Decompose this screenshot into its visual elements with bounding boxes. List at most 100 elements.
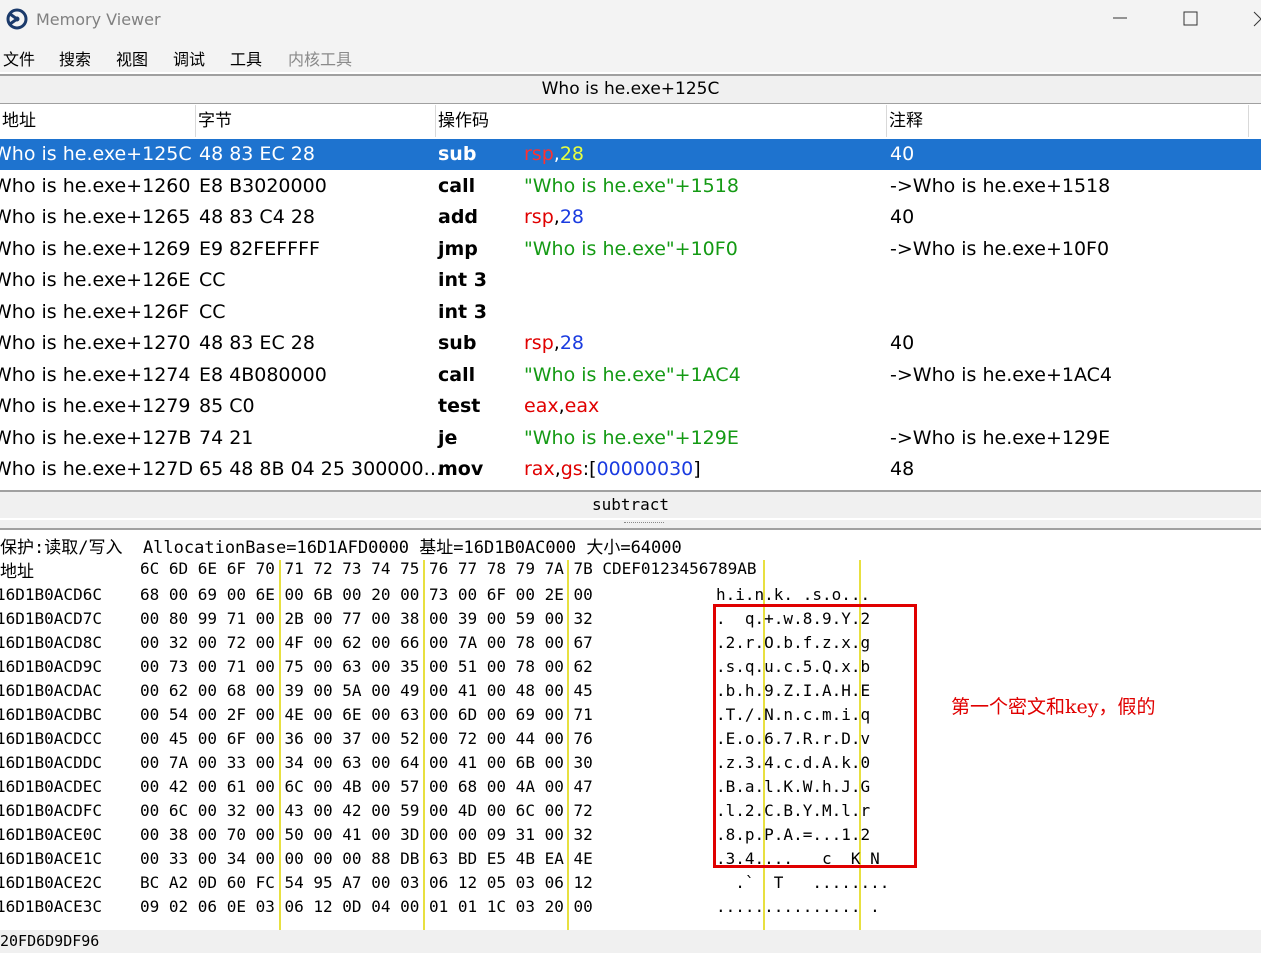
menu-search[interactable]: 搜索 [59, 46, 91, 70]
hex-row-address: 16D1B0ACDFC [0, 801, 102, 820]
disasm-row[interactable]: Who is he.exe+127D 65 48 8B 04 25 300000…… [0, 454, 1261, 485]
memory-region-info: 保护:读取/写入 AllocationBase=16D1AFD0000 基址=1… [0, 538, 682, 558]
menu-bar: 文件 搜索 视图 调试 工具 内核工具 [0, 40, 1261, 72]
disasm-address: Who is he.exe+1274 [0, 363, 191, 386]
hex-row-address: 16D1B0ACE2C [0, 873, 102, 892]
column-header-opcode[interactable]: 操作码 [436, 105, 887, 137]
column-header-bytes[interactable]: 字节 [196, 105, 436, 137]
menu-debug[interactable]: 调试 [173, 46, 205, 70]
disasm-comment: ->Who is he.exe+129E [890, 426, 1111, 449]
disasm-bytes: E9 82FEFFFF [199, 237, 320, 260]
disasm-comment: ->Who is he.exe+1AC4 [890, 363, 1112, 386]
disasm-opcode: mov [438, 458, 484, 480]
disasm-comment: 40 [890, 332, 915, 354]
disasm-opcode: call [438, 174, 476, 197]
hex-row-ascii: .` T ........ [716, 873, 890, 892]
hex-row-address: 16D1B0ACD6C [0, 585, 102, 604]
disasm-address: Who is he.exe+125C [0, 143, 192, 165]
hex-header-address: 地址 [0, 562, 34, 582]
hex-row-address: 16D1B0ACDDC [0, 753, 102, 772]
disasm-bytes: 48 83 EC 28 [199, 332, 315, 354]
hex-row-bytes: BC A2 0D 60 FC 54 95 A7 00 03 06 12 05 0… [140, 873, 593, 892]
disasm-address: Who is he.exe+1260 [0, 174, 191, 197]
disasm-row[interactable]: Who is he.exe+1260 E8 B3020000 call "Who is… [0, 171, 1261, 202]
disasm-comment: ->Who is he.exe+10F0 [890, 237, 1110, 260]
disasm-row[interactable]: Who is he.exe+125C 48 83 EC 28 sub rsp,28 40 [0, 139, 1261, 170]
hex-row-bytes: 00 45 00 6F 00 36 00 37 00 52 00 72 00 4… [140, 729, 593, 748]
highlight-box [713, 604, 917, 868]
maximize-icon [1183, 11, 1198, 26]
disasm-bytes: E8 B3020000 [199, 174, 327, 197]
hex-row-address: 16D1B0ACDAC [0, 681, 102, 700]
hex-row-bytes: 00 38 00 70 00 50 00 41 00 3D 00 00 09 3… [140, 825, 593, 844]
disasm-opcode: test [438, 395, 481, 417]
disasm-row[interactable]: Who is he.exe+126E CC int 3 [0, 265, 1261, 296]
disasm-opcode: int 3 [438, 300, 487, 323]
disasm-operands: "Who is he.exe"+10F0 [524, 234, 738, 265]
disasm-bytes: E8 4B080000 [199, 363, 327, 386]
operand-part: :[ [582, 458, 597, 480]
disasm-address: Who is he.exe+126E [0, 269, 191, 291]
bottom-status: 20FD6D9DF96 [0, 930, 1261, 953]
operand-part: rsp [524, 332, 554, 354]
hex-row-address: 16D1B0ACD8C [0, 633, 102, 652]
hex-row-address: 16D1B0ACE3C [0, 897, 102, 916]
menu-kernel-tools[interactable]: 内核工具 [288, 46, 352, 70]
operand-part: 28 [559, 206, 585, 228]
disasm-opcode: je [438, 426, 458, 449]
panel-splitter[interactable] [0, 520, 1261, 528]
hex-row-address: 16D1B0ACDBC [0, 705, 102, 724]
menu-view[interactable]: 视图 [116, 46, 148, 70]
hex-row-bytes: 09 02 06 0E 03 06 12 0D 04 00 01 01 1C 0… [140, 897, 593, 916]
annotation-text: 第一个密文和key，假的 [951, 696, 1156, 718]
operand-part: 28 [559, 143, 585, 165]
operand-part: eax [564, 395, 600, 417]
disasm-bytes: 65 48 8B 04 25 300000… [199, 458, 443, 480]
column-header-address[interactable]: 地址 [0, 105, 196, 137]
hex-row-bytes: 68 00 69 00 6E 00 6B 00 20 00 73 00 6F 0… [140, 585, 593, 604]
operand-part: 00000030 [596, 458, 694, 480]
disasm-row[interactable]: Who is he.exe+126F CC int 3 [0, 297, 1261, 328]
disasm-row[interactable]: Who is he.exe+127B 74 21 je "Who is he.exe"… [0, 423, 1261, 454]
disasm-bytes: CC [199, 269, 226, 291]
hex-row-address: 16D1B0ACE1C [0, 849, 102, 868]
disasm-bytes: 48 83 C4 28 [199, 206, 316, 228]
hex-row-bytes: 00 32 00 72 00 4F 00 62 00 66 00 7A 00 7… [140, 633, 593, 652]
menu-tools[interactable]: 工具 [230, 46, 262, 70]
disasm-comment: 40 [890, 206, 915, 228]
hex-row-address: 16D1B0ACDEC [0, 777, 102, 796]
close-button[interactable] [1237, 0, 1261, 40]
disasm-address: Who is he.exe+1265 [0, 206, 191, 228]
divider [0, 528, 1261, 530]
operand-part: "Who is he.exe"+1518 [524, 174, 739, 197]
close-icon [1253, 11, 1261, 27]
disasm-address: Who is he.exe+1270 [0, 332, 191, 354]
disasm-row[interactable]: Who is he.exe+1269 E9 82FEFFFF jmp "Who is … [0, 234, 1261, 265]
disasm-operands: "Who is he.exe"+1518 [524, 171, 739, 202]
disasm-operands: rsp,28 [524, 139, 584, 170]
operand-part: rsp [524, 143, 554, 165]
disasm-row[interactable]: Who is he.exe+1274 E8 4B080000 call "Who is… [0, 360, 1261, 391]
minimize-button[interactable] [1097, 0, 1143, 40]
menu-file[interactable]: 文件 [3, 46, 35, 70]
column-header-comment[interactable]: 注释 [887, 105, 1249, 137]
operand-part: 28 [559, 332, 585, 354]
disasm-bytes: CC [199, 300, 226, 323]
disasm-opcode: call [438, 363, 476, 386]
operand-part: rax [524, 458, 555, 480]
disasm-operands: eax,eax [524, 391, 599, 422]
hex-row-address: 16D1B0ACDCC [0, 729, 102, 748]
hex-row-bytes: 00 33 00 34 00 00 00 00 88 DB 63 BD E5 4… [140, 849, 593, 868]
hex-row-bytes: 00 42 00 61 00 6C 00 4B 00 57 00 68 00 4… [140, 777, 593, 796]
disasm-row[interactable]: Who is he.exe+1279 85 C0 test eax,eax [0, 391, 1261, 422]
hex-row-bytes: 00 7A 00 33 00 34 00 63 00 64 00 41 00 6… [140, 753, 593, 772]
hex-row-bytes: 00 54 00 2F 00 4E 00 6E 00 63 00 6D 00 6… [140, 705, 593, 724]
disasm-row[interactable]: Who is he.exe+1265 48 83 C4 28 add rsp,28 40 [0, 202, 1261, 233]
disasm-comment: 48 [890, 458, 915, 480]
maximize-button[interactable] [1167, 0, 1213, 40]
hex-row-bytes: 00 6C 00 32 00 43 00 42 00 59 00 4D 00 6… [140, 801, 593, 820]
window-title: Memory Viewer [36, 10, 161, 29]
disasm-row[interactable]: Who is he.exe+1270 48 83 EC 28 sub rsp,28 40 [0, 328, 1261, 359]
disasm-bytes: 48 83 EC 28 [199, 143, 315, 165]
disasm-bytes: 74 21 [199, 426, 254, 449]
